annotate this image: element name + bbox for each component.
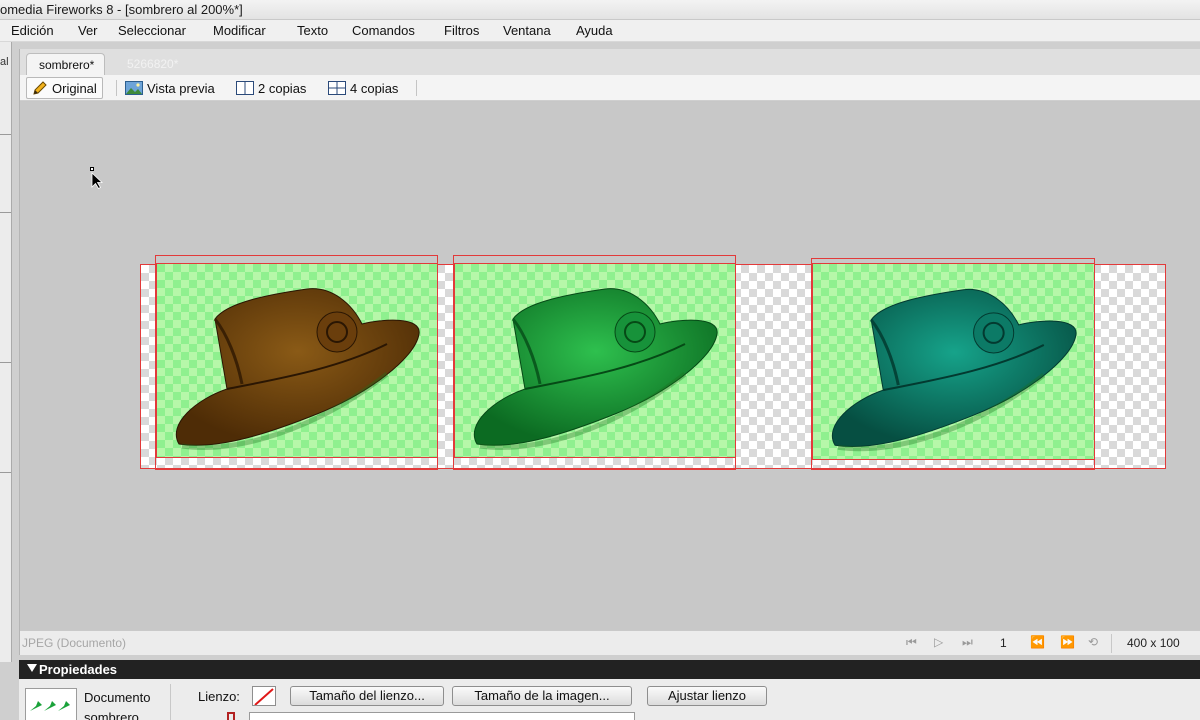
image-size-button[interactable]: Tamaño de la imagen... <box>452 686 632 706</box>
properties-panel: Propiedades Documento sombrero Lienzo: T… <box>19 660 1200 720</box>
no-color-icon <box>254 688 274 705</box>
document-field[interactable] <box>249 712 635 720</box>
canvas-size-button[interactable]: Tamaño del lienzo... <box>290 686 444 706</box>
status-divider <box>1111 634 1112 653</box>
play-icon[interactable]: ▷ <box>934 635 943 649</box>
tab-label: 5266820* <box>127 57 179 71</box>
canvas-color-swatch[interactable] <box>252 686 276 706</box>
hat-panel-brown[interactable] <box>156 263 438 458</box>
menu-comandos[interactable]: Comandos <box>352 23 415 38</box>
hat-panel-green[interactable] <box>454 263 736 458</box>
menu-ver[interactable]: Ver <box>78 23 98 38</box>
tools-divider <box>0 472 11 473</box>
view-preview-button[interactable]: Vista previa <box>120 77 220 99</box>
hat-green <box>474 288 718 450</box>
last-frame-icon[interactable]: ⏭ <box>962 635 973 650</box>
canvas-size-button-label: Tamaño del lienzo... <box>309 688 425 703</box>
tab-5266820[interactable]: 5266820* <box>115 53 188 75</box>
document-status-bar: JPEG (Documento) ⏮ ▷ ⏭ 1 ⏪ ⏩ ⟲ 400 x 100 <box>20 630 1200 655</box>
stroke-color-icon[interactable] <box>222 712 236 720</box>
view-4-copies-label: 4 copias <box>350 80 399 96</box>
tools-panel-fragment: al <box>0 56 9 68</box>
document-type: JPEG (Documento) <box>22 636 127 650</box>
document-label: Documento <box>84 690 151 705</box>
first-frame-icon[interactable]: ⏮ <box>906 635 917 650</box>
document-window: sombrero* 5266820* Original Vista previa <box>19 49 1200 655</box>
view-mode-bar: Original Vista previa 2 copias 4 copias <box>20 75 1200 101</box>
properties-title: Propiedades <box>39 662 118 677</box>
frame-number: 1 <box>1000 636 1007 650</box>
menu-seleccionar[interactable]: Seleccionar <box>118 23 186 38</box>
loop-icon[interactable]: ⟲ <box>1088 635 1098 649</box>
fit-canvas-button[interactable]: Ajustar lienzo <box>647 686 767 706</box>
hat-thumbnail-icon <box>30 701 70 711</box>
document-tab-bar: sombrero* 5266820* <box>20 49 1200 75</box>
menu-ayuda[interactable]: Ayuda <box>576 23 613 38</box>
tools-divider <box>0 212 11 213</box>
hat-panel-teal[interactable] <box>812 263 1095 460</box>
view-preview-label: Vista previa <box>147 80 215 96</box>
tab-sombrero[interactable]: sombrero* <box>26 53 106 75</box>
image-size-button-label: Tamaño de la imagen... <box>474 688 610 703</box>
view-original-label: Original <box>52 80 97 96</box>
hat-brown <box>176 288 420 450</box>
next-frame-icon[interactable]: ⏩ <box>1060 635 1075 649</box>
tools-divider <box>0 362 11 363</box>
tools-divider <box>0 134 11 135</box>
menu-ventana[interactable]: Ventana <box>503 23 551 38</box>
tools-panel-edge: al <box>0 42 12 662</box>
pointer-cursor-icon <box>90 167 104 189</box>
collapse-triangle-icon <box>27 664 37 672</box>
fit-canvas-button-label: Ajustar lienzo <box>667 688 747 703</box>
view-separator <box>116 80 117 96</box>
pencil-icon <box>33 81 47 95</box>
two-panes-icon <box>236 81 254 95</box>
previous-frame-icon[interactable]: ⏪ <box>1030 635 1045 649</box>
properties-divider <box>170 684 171 720</box>
window-title: omedia Fireworks 8 - [sombrero al 200%*] <box>0 2 243 17</box>
document-name: sombrero <box>84 710 139 720</box>
view-4-copies-button[interactable]: 4 copias <box>323 77 403 99</box>
document-thumbnail <box>25 688 77 720</box>
menu-bar: Edición Ver Seleccionar Modificar Texto … <box>0 20 1200 42</box>
view-2-copies-button[interactable]: 2 copias <box>231 77 311 99</box>
title-bar: omedia Fireworks 8 - [sombrero al 200%*] <box>0 0 1200 20</box>
view-original-button[interactable]: Original <box>26 77 103 99</box>
properties-header[interactable]: Propiedades <box>19 660 1200 679</box>
view-separator <box>416 80 417 96</box>
tab-label: sombrero* <box>39 58 95 72</box>
canvas-size-readout: 400 x 100 <box>1127 636 1180 650</box>
hat-teal <box>832 288 1077 452</box>
menu-texto[interactable]: Texto <box>297 23 328 38</box>
menu-filtros[interactable]: Filtros <box>444 23 479 38</box>
view-2-copies-label: 2 copias <box>258 80 307 96</box>
canvas-area[interactable] <box>20 102 1200 630</box>
menu-edicion[interactable]: Edición <box>11 23 54 38</box>
canvas-color-label: Lienzo: <box>198 689 240 704</box>
preview-image-icon <box>125 81 143 95</box>
four-panes-icon <box>328 81 346 95</box>
menu-modificar[interactable]: Modificar <box>213 23 266 38</box>
